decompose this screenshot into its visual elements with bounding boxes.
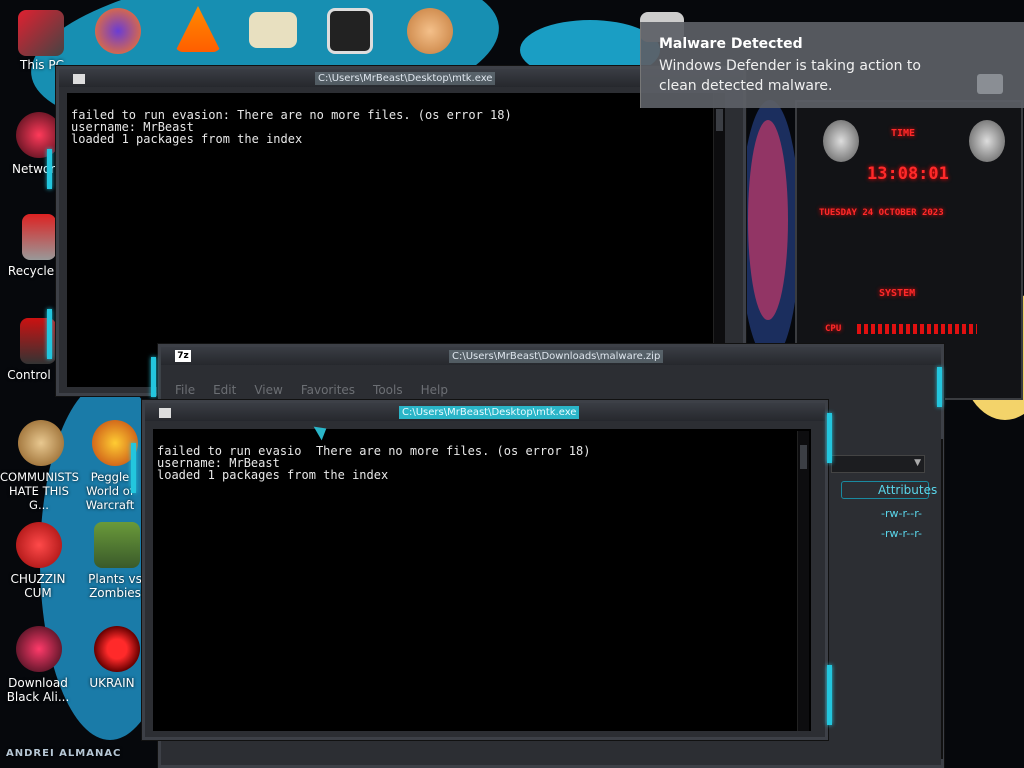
window-title: C:\Users\MrBeast\Desktop\mtk.exe [315, 72, 496, 85]
vertical-scrollbar[interactable] [797, 431, 809, 731]
menu-file[interactable]: File [175, 383, 195, 397]
desktop-icon-label-ukrain: UKRAIN [89, 676, 135, 690]
attributes-cell: -rw-r--r- [881, 507, 923, 520]
recycle-bin-icon[interactable] [22, 214, 56, 260]
alien-head-icon [969, 120, 1005, 162]
cpu-meter [857, 324, 977, 334]
window-title: C:\Users\MrBeast\Desktop\mtk.exe [399, 406, 580, 419]
scrollbar-thumb[interactable] [800, 445, 807, 469]
console-window-front[interactable]: C:\Users\MrBeast\Desktop\mtk.exe failed … [131, 400, 832, 740]
app-icon-maze[interactable] [327, 8, 373, 54]
desktop-icon-label-communists: COMMUNISTS HATE THIS G... [0, 470, 79, 512]
column-header-attributes[interactable]: Attributes [841, 481, 937, 499]
notification-title: Malware Detected [659, 36, 803, 52]
menu-favorites[interactable]: Favorites [301, 383, 355, 397]
plants-vs-zombies-icon[interactable] [94, 522, 140, 568]
menu-view[interactable]: View [254, 383, 282, 397]
console-app-icon [159, 408, 171, 418]
vertical-scrollbar[interactable] [713, 93, 725, 387]
defender-icon [977, 74, 1003, 94]
menu-edit[interactable]: Edit [213, 383, 236, 397]
window-edge-accent [131, 443, 136, 493]
gadget-time: 13:08:01 [867, 164, 949, 184]
notification-body: Windows Defender is taking action to cle… [659, 58, 921, 94]
scrollbar-thumb[interactable] [716, 109, 723, 131]
doctor-icon[interactable] [407, 8, 453, 54]
menu-bar: File Edit View Favorites Tools Help [175, 379, 466, 397]
file-list-area[interactable] [941, 439, 943, 759]
window-edge-accent [47, 309, 52, 359]
menu-tools[interactable]: Tools [373, 383, 403, 397]
desktop-icon-label-chuzzin: CHUZZIN CUM [10, 572, 66, 600]
desktop-icon-label-control: Control [7, 368, 51, 382]
window-edge-accent [827, 665, 832, 725]
desktop-icon-label-network: Network [12, 162, 63, 176]
chuzzle-icon[interactable] [16, 522, 62, 568]
gadget-date: TUESDAY 24 OCTOBER 2023 [819, 208, 944, 218]
money-bag-icon[interactable] [18, 420, 64, 466]
firefox-icon[interactable] [95, 8, 141, 54]
gadget-system-label: SYSTEM [879, 288, 916, 299]
desktop-icon-label-pvz: Plants vs Zombies [88, 572, 142, 600]
desktop-icon-label-download: Download Black Ali... [6, 676, 70, 704]
window-edge-accent [937, 367, 942, 407]
alien-head-icon [823, 120, 859, 162]
gadget-time-label: TIME [891, 128, 916, 139]
console-line: loaded 1 packages from the index [71, 132, 303, 146]
console-line: loaded 1 packages from the index [157, 468, 389, 482]
radiation-icon[interactable] [94, 626, 140, 672]
malware-notification[interactable]: Malware Detected Windows Defender is tak… [640, 22, 1024, 108]
chevron-down-icon: ▼ [914, 458, 921, 468]
alien-download-icon[interactable] [16, 626, 62, 672]
menu-help[interactable]: Help [421, 383, 448, 397]
console-app-icon [73, 74, 85, 84]
window-edge-accent [47, 149, 52, 189]
window-edge-accent [827, 413, 832, 463]
wallpaper-watermark: ANDREI ALMANAC [6, 748, 122, 759]
hxd-icon[interactable] [249, 12, 297, 48]
attributes-cell: -rw-r--r- [881, 527, 923, 540]
console-output[interactable]: failed to run evasion: There are no more… [67, 93, 723, 387]
window-edge-accent [151, 357, 156, 397]
this-pc-icon[interactable] [18, 10, 64, 56]
address-dropdown[interactable]: ▼ [831, 455, 925, 473]
gadget-cpu-label: CPU [825, 324, 842, 334]
console-output[interactable]: failed to run evasio There are no more f… [153, 429, 811, 731]
desktop-icon-label-recycle: Recycle [7, 264, 55, 278]
window-title: C:\Users\MrBeast\Downloads\malware.zip [449, 350, 664, 363]
sevenzip-app-icon: 7z [175, 350, 191, 362]
